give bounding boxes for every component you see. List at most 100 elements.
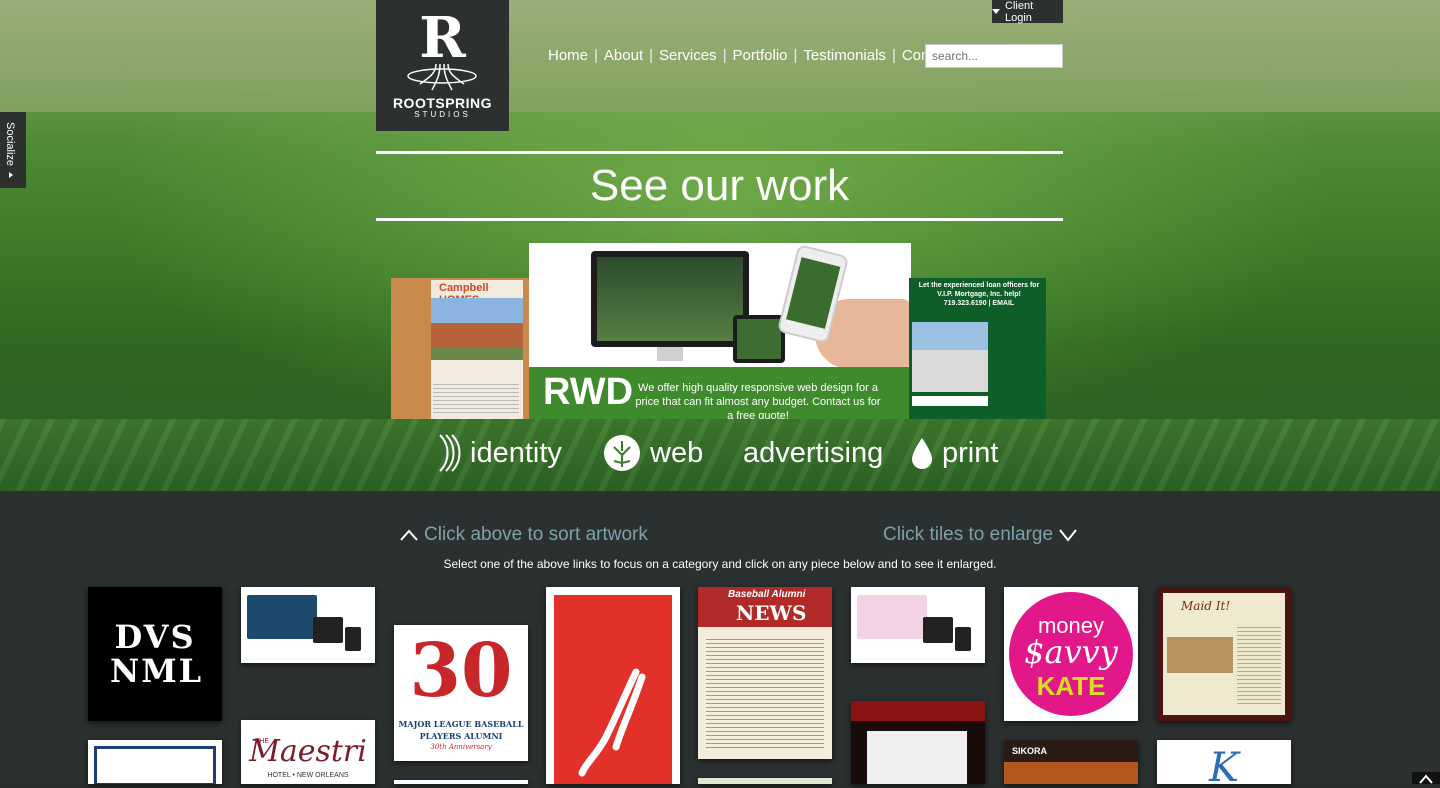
hand-illustration-icon [578, 668, 646, 777]
mlb-anniversary: 30th Anniversary [430, 743, 492, 751]
tile-dvs-nml[interactable]: DVS NML [88, 587, 222, 721]
enlarge-hint: Click tiles to enlarge [883, 524, 1077, 546]
client-login-label: Client Login [1005, 0, 1034, 24]
drop-icon [912, 438, 932, 469]
nav-separator: | [594, 47, 598, 64]
category-label: advertising [743, 437, 884, 469]
monitor-stand [657, 347, 683, 361]
nav-about[interactable]: About [604, 47, 643, 64]
site-logo[interactable]: R ROOTSPRING STUDIOS [376, 0, 509, 131]
chevron-up-icon [1419, 774, 1433, 784]
tile-mlb-small[interactable] [88, 740, 222, 784]
tile-partial[interactable] [698, 778, 832, 784]
carousel-slide-vip-mortgage[interactable]: Let the experienced loan officers for V.… [909, 278, 1046, 419]
identity-icon [439, 434, 461, 472]
headline-rule-bottom [376, 218, 1063, 221]
tablet-image [733, 315, 785, 363]
tile-baseball-newsletter[interactable]: Baseball Alumni NEWS [698, 587, 832, 759]
socialize-label: Socialize [4, 122, 16, 167]
category-print[interactable]: print [910, 430, 998, 476]
sikora-photo [1004, 762, 1138, 784]
logo-sub: STUDIOS [414, 110, 471, 119]
search-input[interactable] [925, 44, 1063, 68]
tile-mlb-alumni[interactable]: 30 MAJOR LEAGUE BASEBALL PLAYERS ALUMNI … [394, 625, 528, 761]
mlb-number: 30 [409, 628, 513, 714]
category-advertising[interactable]: advertising [743, 430, 883, 476]
tile-maestri-hotel[interactable]: THE Maestri HOTEL • NEW ORLEANS [241, 720, 375, 784]
chevron-up-icon [400, 529, 418, 541]
nav-separator: | [891, 47, 896, 64]
slide-copy: We offer high quality responsive web des… [635, 382, 881, 419]
k-letter: K [1209, 745, 1239, 784]
phone-image [955, 627, 971, 651]
headline-rule-top [376, 151, 1063, 154]
slide-rwd-label: RWD [543, 371, 634, 413]
tile-dvs-text: DVS NML [110, 618, 204, 690]
monitor-image [591, 251, 749, 347]
category-label: print [942, 437, 999, 469]
tile-rwd-devices-2[interactable] [851, 587, 985, 663]
page-headline: See our work [589, 161, 850, 210]
gallery-instructions: Select one of the above links to focus o… [443, 557, 997, 571]
nav-home[interactable]: Home [548, 47, 588, 64]
tile-rwd-devices-1[interactable] [241, 587, 375, 663]
sort-hint: Click above to sort artwork [400, 524, 648, 546]
nav-portfolio[interactable]: Portfolio [732, 47, 787, 64]
maid-title: Maid It! [1181, 599, 1231, 613]
house-photo [912, 322, 988, 392]
logo-letter: R [419, 5, 466, 71]
category-web[interactable]: web [602, 430, 703, 476]
category-filters: identity web advertising print [0, 430, 1440, 478]
phone-image [345, 627, 361, 651]
nav-services[interactable]: Services [659, 47, 717, 64]
main-nav: Home | About | Services | Portfolio | Te… [548, 47, 976, 64]
money-bot: KATE [1036, 671, 1106, 701]
sikora-label: SIKORA [1012, 746, 1048, 756]
caret-down-icon [992, 9, 1000, 14]
roots-icon [407, 64, 477, 91]
maid-photo [1167, 637, 1233, 673]
tile-partial[interactable] [394, 780, 528, 784]
tile-money-savvy-kate[interactable]: money $avvy KATE [1004, 587, 1138, 721]
caret-right-icon [9, 172, 13, 178]
tile-dark-red-site[interactable] [851, 701, 985, 784]
tile-red-poster[interactable] [546, 587, 680, 784]
tree-icon [604, 435, 640, 471]
maestri-title: Maestri [249, 734, 367, 769]
tile-frame [94, 746, 216, 784]
client-login-button[interactable]: Client Login [992, 0, 1063, 24]
carousel-slide-campbell[interactable]: Campbell HOMES [391, 278, 531, 419]
tile-maid-it[interactable]: Maid It! [1157, 587, 1291, 721]
mlb-title: MAJOR LEAGUE BASEBALL [398, 719, 524, 729]
nav-separator: | [793, 47, 798, 64]
newsletter-head: Baseball Alumni [728, 589, 806, 600]
maestri-sub: HOTEL • NEW ORLEANS [267, 772, 349, 779]
maid-text-lines [1237, 627, 1281, 707]
sort-hint-text: Click above to sort artwork [424, 524, 648, 545]
tablet-image [923, 617, 953, 643]
chevron-down-icon [1059, 529, 1077, 542]
newsletter-title: NEWS [736, 601, 807, 625]
tile-k-logo[interactable]: K [1157, 740, 1291, 784]
tile-sikora[interactable]: SIKORA [1004, 740, 1138, 784]
back-to-top-button[interactable] [1412, 772, 1440, 784]
mlb-sub: PLAYERS ALUMNI [419, 731, 503, 741]
nav-separator: | [649, 47, 654, 64]
socialize-tab[interactable]: Socialize [0, 112, 26, 188]
slide-text-lines [433, 384, 519, 414]
money-mid: $avvy [1024, 633, 1118, 671]
house-photo [431, 298, 523, 360]
slide-right-text: Let the experienced loan officers for V.… [918, 282, 1040, 307]
category-identity[interactable]: identity [436, 430, 562, 476]
carousel-slide-rwd[interactable]: RWD We offer high quality responsive web… [529, 243, 911, 419]
tablet-image [313, 617, 343, 643]
category-label: web [650, 437, 704, 469]
site-page [867, 731, 967, 784]
monitor-image [247, 595, 317, 639]
nav-testimonials[interactable]: Testimonials [803, 47, 886, 64]
newsletter-text-lines [706, 639, 824, 749]
monitor-image [857, 595, 927, 639]
site-header [851, 701, 985, 721]
nav-separator: | [722, 47, 727, 64]
enlarge-hint-text: Click tiles to enlarge [883, 524, 1054, 545]
